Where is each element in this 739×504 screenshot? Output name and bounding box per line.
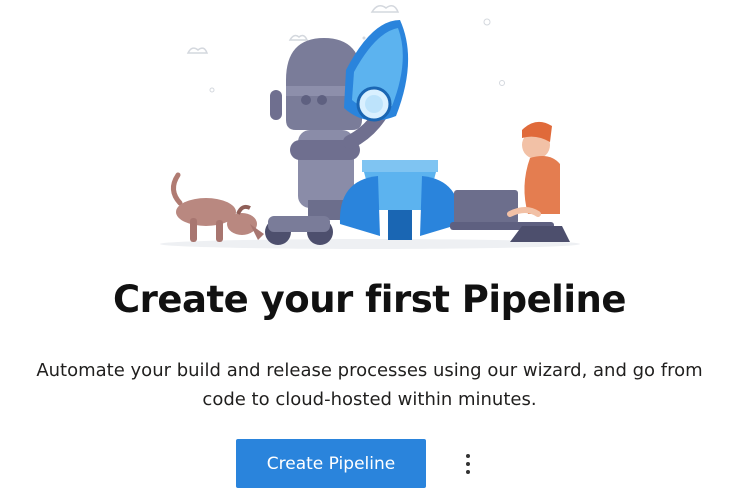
pipeline-illustration — [160, 5, 580, 249]
cloud-icon — [288, 34, 309, 41]
description-line-2: code to cloud-hosted within minutes. — [202, 389, 537, 410]
more-actions-button[interactable] — [452, 447, 484, 481]
rocket-base-icon — [339, 160, 461, 240]
cloud-icon — [370, 5, 400, 13]
page-description: Automate your build and release processe… — [0, 356, 739, 414]
rocket-icon — [344, 20, 409, 122]
cloud-icon — [186, 47, 209, 54]
dog-icon — [171, 172, 264, 242]
create-pipeline-button[interactable]: Create Pipeline — [236, 439, 426, 488]
description-line-1: Automate your build and release processe… — [36, 360, 703, 381]
developer-icon — [450, 121, 570, 242]
page-title: Create your first Pipeline — [113, 278, 626, 321]
